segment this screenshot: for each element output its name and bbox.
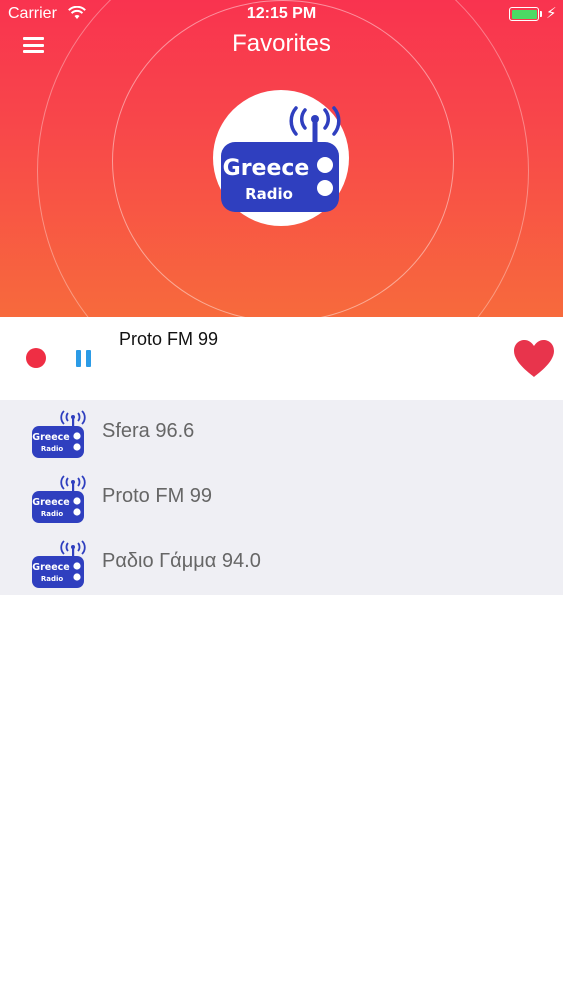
clock: 12:15 PM — [246, 5, 317, 22]
list-item[interactable]: Greece Radio Proto FM 99 — [0, 465, 563, 530]
hero-header: Carrier 12:15 PM ⚡ Favorites Greece Radi… — [0, 0, 563, 317]
radio-logo-icon: Greece Radio — [221, 106, 341, 212]
radio-logo-icon: Greece Radio — [32, 540, 86, 588]
list-item[interactable]: Greece Radio Ραδιο Γάμμα 94.0 — [0, 530, 563, 595]
svg-text:Radio: Radio — [41, 445, 64, 453]
radio-logo-icon: Greece Radio — [32, 410, 86, 458]
pause-icon[interactable] — [76, 350, 92, 367]
favorites-screen: Carrier 12:15 PM ⚡ Favorites Greece Radi… — [0, 0, 563, 1000]
station-name: Ραδιο Γάμμα 94.0 — [102, 550, 261, 572]
page-title: Favorites — [232, 30, 331, 57]
heart-icon[interactable] — [512, 339, 556, 379]
svg-text:Greece: Greece — [32, 562, 69, 573]
favorites-list: Greece Radio Sfera 96.6 Greece Radio Pro… — [0, 400, 563, 595]
station-logo: Greece Radio — [213, 90, 349, 226]
logo-line2: Radio — [245, 185, 293, 203]
svg-text:Greece: Greece — [32, 432, 69, 443]
charging-bolt-icon: ⚡ — [546, 5, 557, 22]
logo-line1: Greece — [223, 156, 310, 181]
now-playing-title: Proto FM 99 — [119, 329, 219, 349]
status-bar: Carrier 12:15 PM ⚡ — [0, 0, 563, 30]
station-name: Proto FM 99 — [102, 485, 213, 507]
list-item[interactable]: Greece Radio Sfera 96.6 — [0, 400, 563, 465]
svg-text:Radio: Radio — [41, 510, 64, 518]
battery-tip — [540, 11, 542, 17]
svg-text:Radio: Radio — [41, 575, 64, 583]
station-name: Sfera 96.6 — [102, 420, 195, 442]
radio-logo-icon: Greece Radio — [32, 475, 86, 523]
now-playing-bar: Proto FM 99 — [0, 317, 563, 400]
record-icon[interactable] — [26, 348, 46, 368]
battery-icon — [509, 7, 539, 21]
svg-text:Greece: Greece — [32, 497, 69, 508]
